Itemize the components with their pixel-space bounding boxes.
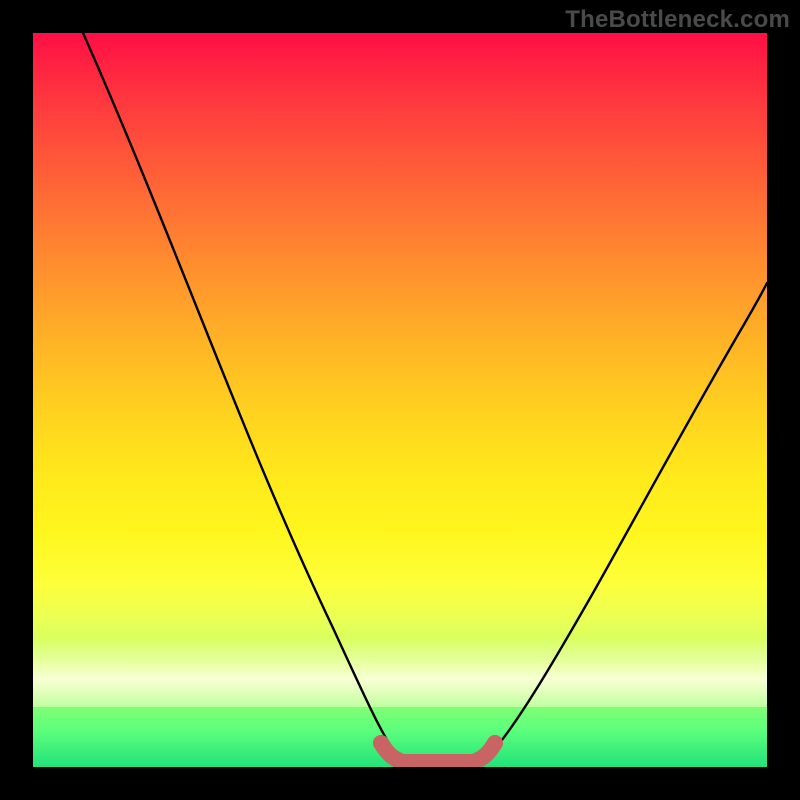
optimal-range-marker-dot	[373, 735, 389, 751]
watermark-text: TheBottleneck.com	[565, 6, 790, 34]
optimal-range-markers	[381, 743, 495, 762]
bottleneck-curve	[83, 33, 767, 764]
plot-area	[33, 33, 767, 767]
chart-frame: TheBottleneck.com	[0, 0, 800, 800]
chart-svg	[33, 33, 767, 767]
optimal-range-marker-dot	[487, 735, 503, 751]
